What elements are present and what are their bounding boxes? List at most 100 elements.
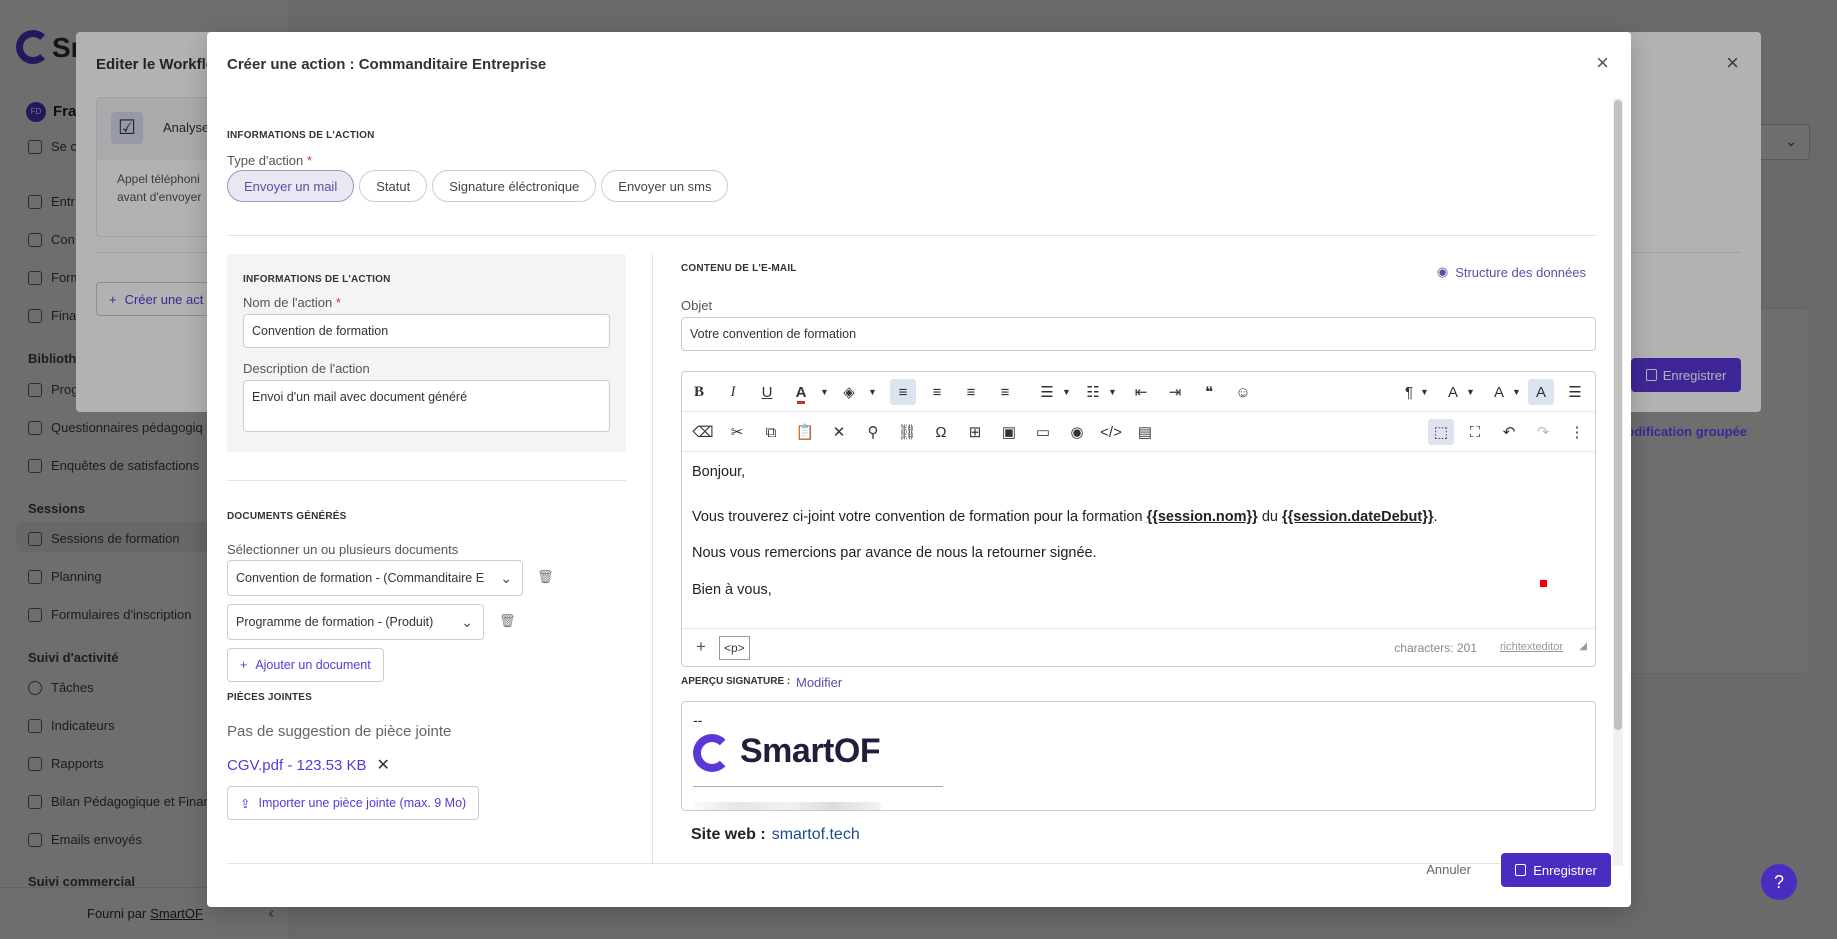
blockquote-icon[interactable]: ❝ — [1196, 379, 1222, 405]
cancel-button[interactable]: Annuler — [1426, 862, 1471, 877]
column-divider — [652, 254, 653, 864]
show-blocks-icon[interactable]: ⬚ — [1428, 419, 1454, 445]
chevron-down-icon[interactable]: ▼ — [1108, 387, 1117, 397]
chevron-down-icon: ⌄ — [461, 614, 473, 630]
font-size-icon[interactable]: A — [1440, 379, 1466, 405]
paragraph-icon[interactable]: ¶ — [1396, 379, 1422, 405]
divider — [227, 235, 1597, 236]
special-char-icon[interactable]: Ω — [928, 419, 954, 445]
chevron-down-icon[interactable]: ▼ — [1420, 387, 1429, 397]
text-color-icon[interactable]: A — [788, 379, 814, 405]
italic-icon[interactable]: I — [720, 379, 746, 405]
search-icon[interactable]: ⚲ — [860, 419, 886, 445]
edit-signature-link[interactable]: Modifier — [796, 675, 842, 690]
template-variable: {{session.dateDebut}} — [1281, 509, 1434, 525]
document-select-1[interactable]: Convention de formation - (Commanditaire… — [227, 560, 523, 596]
image-icon[interactable]: ▣ — [996, 419, 1022, 445]
ordered-list-icon[interactable]: ☰ — [1034, 379, 1060, 405]
emoji-icon[interactable]: ☺ — [1230, 379, 1256, 405]
attachment-file-link[interactable]: CGV.pdf - 123.53 KB — [227, 757, 367, 774]
info-box-title: INFORMATIONS DE L'ACTION — [243, 274, 391, 285]
undo-icon[interactable]: ↶ — [1496, 419, 1522, 445]
remove-attachment-icon[interactable]: ✕ — [377, 755, 390, 775]
action-type-group: Envoyer un mail Statut Signature éléctro… — [227, 170, 729, 202]
code-icon[interactable]: </> — [1098, 419, 1124, 445]
save-icon — [1515, 864, 1527, 876]
video-icon[interactable]: ▭ — [1030, 419, 1056, 445]
link-icon[interactable]: ⛓ — [894, 419, 920, 445]
close-icon[interactable]: × — [1596, 50, 1609, 76]
editor-content[interactable]: Bonjour, Vous trouverez ci-joint votre c… — [682, 452, 1595, 626]
no-attachment-text: Pas de suggestion de pièce jointe — [227, 723, 452, 740]
document-select-2[interactable]: Programme de formation - (Produit) ⌄ — [227, 604, 484, 640]
action-description-textarea[interactable]: Envoi d'un mail avec document généré — [243, 380, 610, 432]
align-right-icon[interactable]: ≡ — [958, 379, 984, 405]
table-icon[interactable]: ⊞ — [962, 419, 988, 445]
underline-icon[interactable]: U — [754, 379, 780, 405]
trash-icon[interactable]: 🗑 — [537, 569, 554, 585]
structure-data-link[interactable]: ◉ Structure des données — [1437, 264, 1586, 280]
modal-body: INFORMATIONS DE L'ACTION Type d'action *… — [207, 94, 1613, 864]
font-family-icon[interactable]: A — [1486, 379, 1512, 405]
align-left-icon[interactable]: ≡ — [890, 379, 916, 405]
modal-scrollbar[interactable] — [1613, 98, 1623, 866]
type-status-button[interactable]: Statut — [359, 170, 428, 202]
chevron-down-icon[interactable]: ▼ — [820, 387, 829, 397]
type-esignature-button[interactable]: Signature éléctronique — [432, 170, 597, 202]
chevron-down-icon[interactable]: ▼ — [1062, 387, 1071, 397]
signature-dash: -- — [693, 712, 703, 728]
select-all-icon[interactable]: ▤ — [1132, 419, 1158, 445]
signature-preview-label: APERÇU SIGNATURE : — [681, 676, 791, 687]
email-body-line: Vous trouverez ci-joint votre convention… — [692, 509, 1438, 525]
remove-format-icon[interactable]: ✕ — [826, 419, 852, 445]
align-center-icon[interactable]: ≡ — [924, 379, 950, 405]
copy-icon[interactable]: ⧉ — [758, 419, 784, 445]
justify-icon[interactable]: ≡ — [992, 379, 1018, 405]
text-style-icon[interactable]: A — [1528, 379, 1554, 405]
editor-brand-link[interactable]: richtexteditor — [1500, 641, 1563, 653]
element-path-tag[interactable]: <p> — [719, 636, 750, 660]
outdent-icon[interactable]: ⇤ — [1128, 379, 1154, 405]
type-send-sms-button[interactable]: Envoyer un sms — [601, 170, 729, 202]
website-link[interactable]: smartof.tech — [772, 826, 860, 844]
bold-icon[interactable]: B — [686, 379, 712, 405]
editor-statusbar: + <p> characters: 201 richtexteditor ◢ — [682, 628, 1595, 666]
resize-grip-icon[interactable]: ◢ — [1579, 641, 1587, 652]
cut-icon[interactable]: ✂ — [724, 419, 750, 445]
signature-divider — [693, 786, 943, 787]
indent-icon[interactable]: ⇥ — [1162, 379, 1188, 405]
scrollbar-thumb[interactable] — [1614, 100, 1622, 730]
description-label: Description de l'action — [243, 361, 370, 376]
chevron-down-icon: ⌄ — [500, 570, 512, 586]
fullscreen-icon[interactable]: ⛶ — [1462, 419, 1488, 445]
eraser-icon[interactable]: ⌫ — [690, 419, 716, 445]
smartof-logo-icon — [693, 734, 731, 772]
chevron-down-icon[interactable]: ▼ — [1512, 387, 1521, 397]
help-icon[interactable]: ? — [1761, 864, 1797, 900]
line-height-icon[interactable]: ☰ — [1562, 379, 1588, 405]
subject-label: Objet — [681, 298, 713, 313]
section-email-content: CONTENU DE L'E-MAIL — [681, 263, 797, 274]
more-icon[interactable]: ⋮ — [1564, 419, 1590, 445]
add-document-button[interactable]: + Ajouter un document — [227, 648, 384, 682]
editor-toolbar-row-1: B I U A ▼ ◈ ▼ ≡ ≡ ≡ ≡ ☰ ▼ ☷ ▼ ⇤ ⇥ ❝ ☺ ¶ — [682, 372, 1595, 412]
template-variable: {{session.nom}} — [1146, 509, 1258, 525]
chevron-down-icon[interactable]: ▼ — [1466, 387, 1475, 397]
import-attachment-button[interactable]: ⇪ Importer une pièce jointe (max. 9 Mo) — [227, 786, 480, 820]
paste-icon[interactable]: 📋 — [792, 419, 818, 445]
create-action-modal: Créer une action : Commanditaire Entrepr… — [207, 32, 1631, 907]
preview-icon[interactable]: ◉ — [1064, 419, 1090, 445]
action-name-input[interactable]: Convention de formation — [243, 314, 610, 348]
email-body-line: Nous vous remercions par avance de nous … — [692, 545, 1097, 561]
plus-icon: + — [240, 658, 248, 672]
trash-icon[interactable]: 🗑 — [499, 613, 516, 629]
redo-icon[interactable]: ↷ — [1530, 419, 1556, 445]
type-send-mail-button[interactable]: Envoyer un mail — [227, 170, 355, 202]
plus-icon[interactable]: + — [696, 637, 706, 657]
email-body-line: Bien à vous, — [692, 582, 772, 598]
save-button[interactable]: Enregistrer — [1501, 853, 1611, 887]
subject-input[interactable]: Votre convention de formation — [681, 317, 1596, 351]
unordered-list-icon[interactable]: ☷ — [1080, 379, 1106, 405]
highlight-icon[interactable]: ◈ — [836, 379, 862, 405]
chevron-down-icon[interactable]: ▼ — [868, 387, 877, 397]
